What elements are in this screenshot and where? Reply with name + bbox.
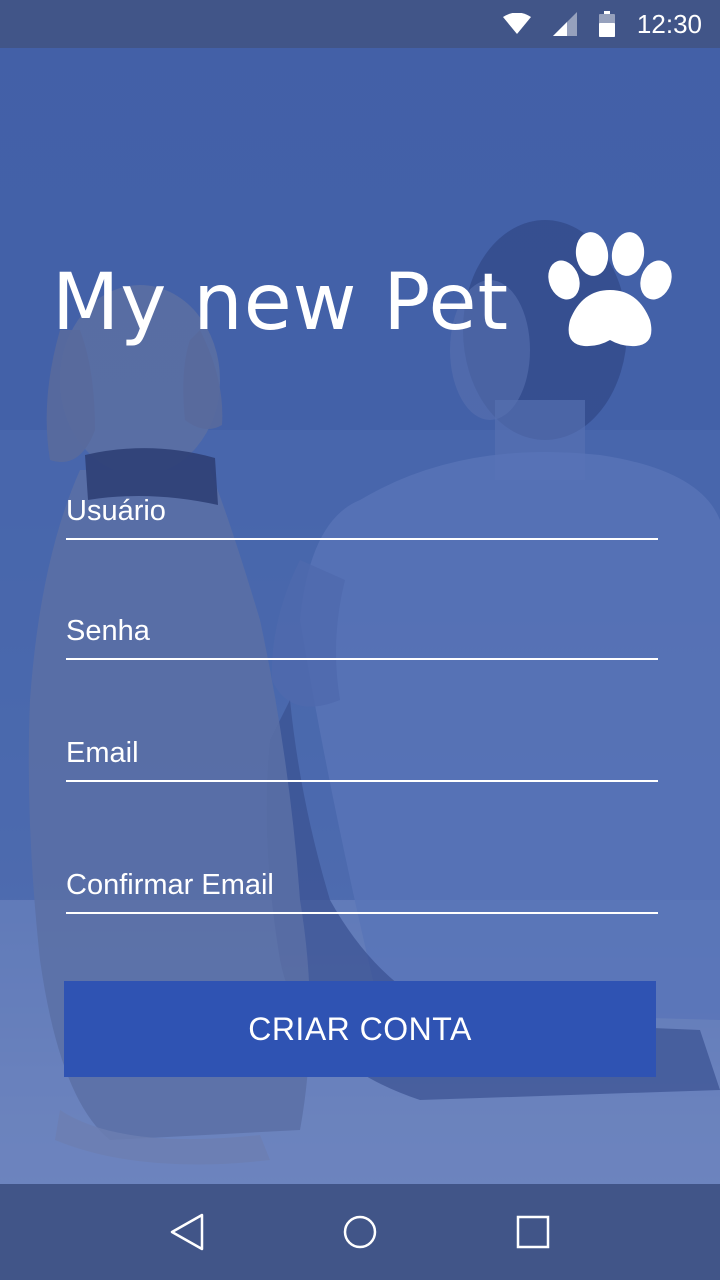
username-input[interactable] [66,495,658,528]
wifi-icon [502,13,531,35]
status-time: 12:30 [636,8,702,39]
password-field[interactable] [66,598,658,660]
email-field[interactable] [66,720,658,782]
create-account-button[interactable]: CRIAR CONTA [64,981,656,1077]
cell-signal-icon [552,12,577,36]
home-icon[interactable] [330,1202,390,1262]
password-input[interactable] [66,615,658,648]
username-field[interactable] [66,478,658,540]
battery-icon [598,11,615,37]
paw-icon [548,232,672,347]
confirm-email-field[interactable] [66,852,658,914]
email-input[interactable] [66,737,658,770]
recents-icon[interactable] [503,1202,563,1262]
confirm-email-input[interactable] [66,869,658,902]
navigation-bar [0,1184,720,1280]
back-icon[interactable] [157,1202,217,1262]
app-header: My new Pet [52,232,692,368]
app-title: My new Pet [52,258,510,348]
signup-screen: 12:30 My new Pet CRIAR CONTA [0,0,720,1280]
status-bar: 12:30 [0,0,720,48]
